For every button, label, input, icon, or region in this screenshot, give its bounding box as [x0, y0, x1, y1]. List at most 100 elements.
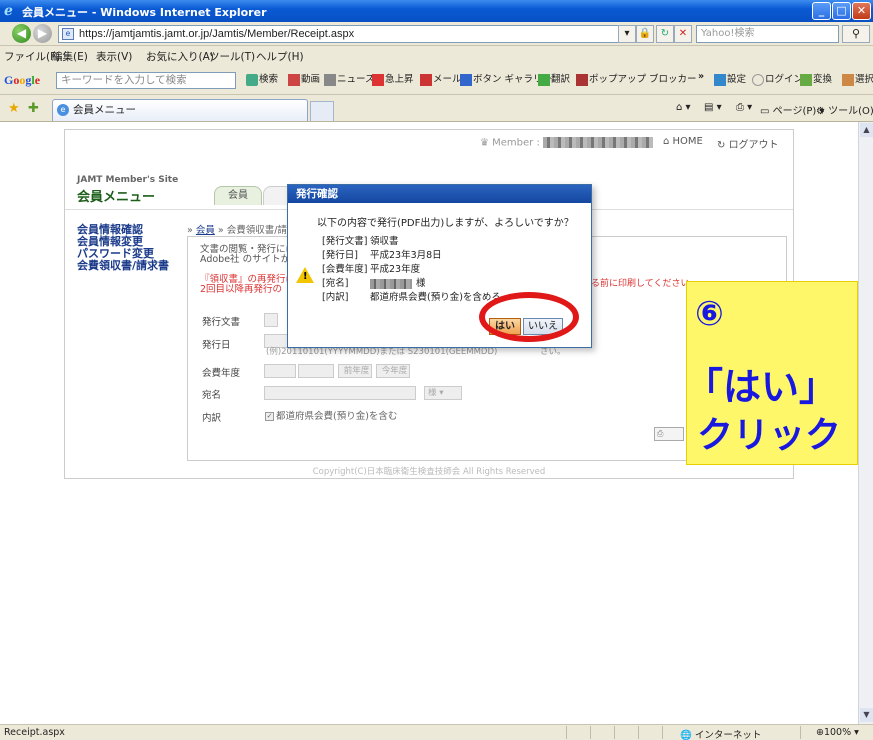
zoom-control[interactable]: ⊕100% ▾: [816, 727, 859, 738]
warning-icon-mark: !: [303, 271, 308, 282]
page-viewport: ♛ Member : ⌂ HOME ↻ ログアウト JAMT Member's …: [0, 122, 858, 724]
title-bar: ℯ 会員メニュー - Windows Internet Explorer _ □…: [0, 0, 873, 22]
logout-link[interactable]: ↻ ログアウト: [717, 136, 779, 151]
feeds-icon[interactable]: ▤ ▾: [704, 102, 722, 113]
menu-tools[interactable]: ツール(T): [209, 49, 255, 64]
url-text: https://jamtjamtis.jamt.or.jp/Jamtis/Mem…: [79, 28, 355, 40]
tab-ie-icon: e: [57, 104, 69, 116]
addr-input[interactable]: [264, 386, 416, 400]
year-era-select[interactable]: [264, 364, 296, 378]
google-logo: Google: [4, 73, 41, 87]
year-select[interactable]: [298, 364, 334, 378]
back-icon[interactable]: ◀: [12, 24, 31, 43]
issue-button[interactable]: ⎙: [654, 427, 684, 441]
favorites-star-icon[interactable]: ★: [8, 101, 20, 116]
highlight-circle: [479, 292, 579, 342]
google-settings[interactable]: 設定: [714, 71, 746, 86]
tab-label: 会員メニュー: [73, 104, 136, 116]
breadcrumb-link[interactable]: 会員: [196, 225, 215, 236]
tab-member[interactable]: 会員: [214, 186, 262, 205]
member-name-redacted: [543, 137, 654, 148]
scroll-up-icon[interactable]: ▲: [860, 123, 873, 137]
google-trends[interactable]: 急上昇: [372, 71, 414, 86]
add-favorites-icon[interactable]: ✚: [28, 101, 39, 116]
year-label: 会費年度: [202, 368, 241, 379]
stop-icon[interactable]: ✕: [674, 25, 692, 43]
page-icon: e: [62, 28, 74, 40]
scroll-down-icon[interactable]: ▼: [860, 708, 873, 722]
doc-radio[interactable]: [264, 313, 278, 327]
menu-view[interactable]: 表示(V): [96, 49, 132, 64]
menu-bar: ファイル(F) 編集(E) 表示(V) お気に入り(A) ツール(T) ヘルプ(…: [0, 47, 873, 65]
tab-member-menu[interactable]: e 会員メニュー: [52, 99, 308, 121]
google-login[interactable]: ログイン: [752, 71, 803, 86]
dialog-row-year: [会費年度] 平成23年度: [322, 264, 421, 275]
addr-redacted: [370, 278, 412, 289]
brand-subtitle: JAMT Member's Site: [77, 175, 179, 185]
this-year-button[interactable]: 今年度: [376, 364, 410, 378]
dialog-row-doc: [発行文書] 領収書: [322, 236, 399, 247]
warning-text: 『領収書』の再発行は 2回目以降再発行の: [200, 274, 296, 295]
dropdown-icon[interactable]: ▾: [618, 25, 636, 43]
page-menu[interactable]: ▭ ページ(P) ▾: [760, 102, 824, 117]
close-button[interactable]: ✕: [852, 2, 871, 20]
address-row: ◀ ▶ e https://jamtjamtis.jamt.or.jp/Jamt…: [0, 22, 873, 46]
dialog-row-date: [発行日] 平成23年3月8日: [322, 250, 442, 261]
sidebar: 会員情報確認 会員情報変更 パスワード変更 会費領収書/請求書: [77, 224, 169, 272]
dialog-row-detail: [内訳] 都道府県会費(預り金)を含める: [322, 292, 501, 303]
search-icon[interactable]: ⚲: [842, 25, 870, 43]
addr-label: 宛名: [202, 390, 222, 401]
sidebar-item-receipt[interactable]: 会費領収書/請求書: [77, 260, 169, 272]
tools-menu[interactable]: ⚙ ツール(O) ▾: [816, 102, 873, 117]
status-bar: Receipt.aspx 🌐 インターネット ⊕100% ▾: [0, 724, 873, 740]
lock-icon[interactable]: 🔒: [636, 25, 654, 43]
new-tab-button[interactable]: [310, 101, 334, 121]
google-mail[interactable]: メール: [420, 71, 462, 86]
home-link[interactable]: ⌂ HOME: [663, 136, 703, 147]
brand-title: 会員メニュー: [77, 190, 156, 205]
menu-favorites[interactable]: お気に入り(A): [146, 49, 214, 64]
callout-number: ⑥: [695, 294, 724, 334]
refresh-icon[interactable]: ↻: [656, 25, 674, 43]
menu-edit[interactable]: 編集(E): [52, 49, 88, 64]
vertical-scrollbar[interactable]: ▲ ▼: [858, 122, 873, 724]
addr-suffix-select[interactable]: 様 ▾: [424, 386, 462, 400]
globe-icon: 🌐: [680, 730, 692, 740]
menu-help[interactable]: ヘルプ(H): [256, 49, 304, 64]
address-bar[interactable]: e https://jamtjamtis.jamt.or.jp/Jamtis/M…: [58, 25, 633, 43]
google-news[interactable]: ニュース: [324, 71, 375, 86]
breadcrumb: » 会員 » 会費領収書/請: [187, 225, 287, 236]
search-input[interactable]: Yahoo!検索: [696, 25, 839, 43]
google-select[interactable]: 選択: [842, 71, 873, 86]
callout-line1: 「はい」: [686, 365, 838, 409]
tab-row: ★ ✚ e 会員メニュー ⌂ ▾ ▤ ▾ ⎙ ▾ ▭ ページ(P) ▾ ⚙ ツー…: [0, 96, 873, 122]
home-icon[interactable]: ⌂ ▾: [676, 102, 691, 113]
maximize-button[interactable]: □: [832, 2, 851, 20]
google-convert[interactable]: 変換: [800, 71, 832, 86]
detail-checkbox[interactable]: ✓ 都道府県会費(預り金)を含む: [265, 408, 397, 422]
google-search-button[interactable]: 検索: [246, 71, 278, 86]
google-more[interactable]: »: [698, 71, 704, 82]
forward-icon[interactable]: ▶: [33, 24, 52, 43]
detail-label: 内訳: [202, 413, 222, 424]
member-info: ♛ Member :: [480, 137, 654, 149]
prev-year-button[interactable]: 前年度: [338, 364, 372, 378]
date-label: 発行日: [202, 340, 231, 351]
dialog-title: 発行確認: [288, 185, 591, 203]
dialog-row-addr: [宛名] 様: [322, 278, 426, 289]
description: 文書の閲覧・発行には Adobe社 のサイトから: [200, 244, 300, 265]
minimize-button[interactable]: _: [812, 2, 831, 20]
google-search-input[interactable]: キーワードを入力して検索: [56, 72, 236, 89]
status-text: Receipt.aspx: [4, 727, 65, 738]
ie-icon: ℯ: [4, 3, 13, 19]
instruction-callout: ⑥ 「はい」 クリック: [686, 281, 858, 465]
google-toolbar: Google キーワードを入力して検索 検索 動画 ニュース 急上昇 メール ボ…: [0, 65, 873, 95]
print-icon[interactable]: ⎙ ▾: [736, 102, 752, 113]
google-video[interactable]: 動画: [288, 71, 320, 86]
google-popup-blocker[interactable]: ポップアップ ブロッカー: [576, 71, 697, 86]
copyright: Copyright(C)日本臨床衛生検査技師会 All Rights Reser…: [312, 467, 546, 477]
window-title: 会員メニュー - Windows Internet Explorer: [22, 6, 267, 19]
google-translate[interactable]: 翻訳: [538, 71, 570, 86]
doc-label: 発行文書: [202, 317, 241, 328]
warning-text-right: 場る前に印刷してください。: [582, 279, 699, 289]
